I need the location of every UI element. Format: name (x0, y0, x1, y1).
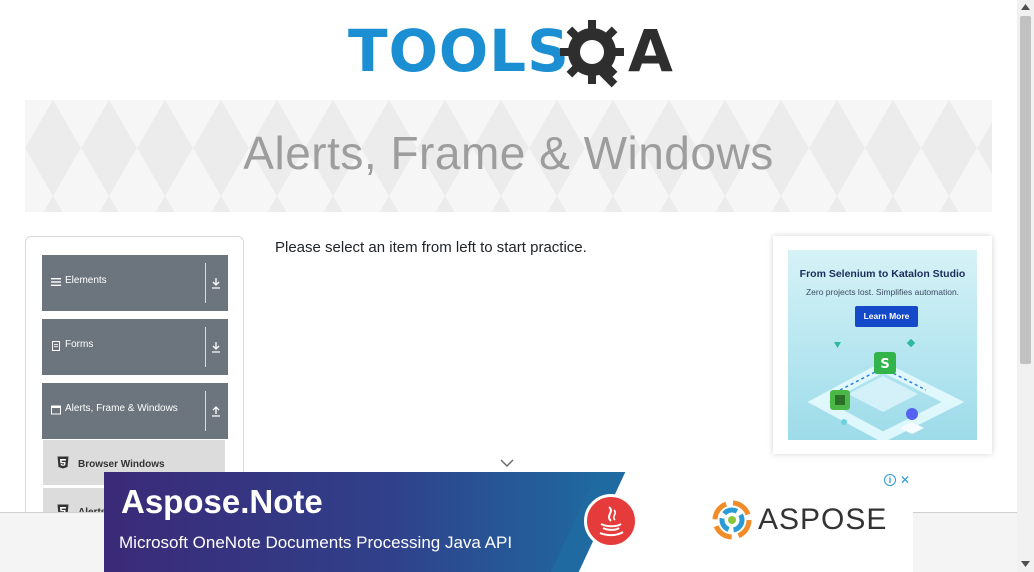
sidebar-group-elements[interactable]: Elements (42, 255, 228, 311)
page-banner: Alerts, Frame & Windows (25, 100, 992, 212)
logo-text-tools: TOOLS (348, 17, 570, 85)
divider (205, 327, 206, 367)
adchoices-controls: i ✕ (882, 473, 912, 487)
vertical-scrollbar[interactable] (1017, 0, 1034, 572)
katalon-advertisement[interactable]: From Selenium to Katalon Studio Zero pro… (773, 236, 992, 454)
sidebar-group-label: Elements (65, 275, 107, 286)
ad-title: From Selenium to Katalon Studio (799, 268, 966, 280)
form-icon (52, 341, 60, 351)
divider (205, 391, 206, 431)
sidebar-group-alerts-frame-windows[interactable]: Alerts, Frame & Windows (42, 383, 228, 439)
learn-more-button[interactable]: Learn More (855, 306, 918, 327)
logo-text-a: A (628, 17, 673, 85)
close-ad-icon[interactable]: ✕ (899, 473, 911, 487)
scrollbar-thumb[interactable] (1020, 16, 1031, 364)
java-icon (584, 494, 638, 548)
aspose-advertisement[interactable]: Aspose.Note Microsoft OneNote Documents … (104, 472, 913, 572)
chevron-down-icon[interactable] (500, 458, 514, 468)
download-arrow-icon[interactable] (210, 340, 222, 354)
scroll-down-arrow-icon[interactable] (1021, 561, 1030, 567)
divider (205, 263, 206, 303)
ad-creative: From Selenium to Katalon Studio Zero pro… (788, 250, 977, 440)
scroll-up-arrow-icon[interactable] (1021, 4, 1030, 10)
page-viewport: TOOLS A Alerts, Frame & Windows Elements… (0, 0, 1017, 572)
page-title: Alerts, Frame & Windows (243, 127, 774, 179)
sidebar-group-label: Alerts, Frame & Windows (65, 403, 178, 414)
gear-magnifier-icon (560, 20, 624, 88)
window-icon (51, 405, 61, 415)
menu-lines-icon (51, 278, 61, 286)
ad-subtitle: Microsoft OneNote Documents Processing J… (119, 533, 513, 552)
aspose-brand: ASPOSE (758, 503, 888, 536)
sidebar-item-label: Browser Windows (78, 459, 165, 470)
isometric-illustration-icon: S (807, 338, 965, 440)
download-arrow-icon[interactable] (210, 276, 222, 290)
sidebar-group-label: Forms (65, 339, 94, 350)
ad-subtitle: Zero projects lost. Simplifies automatio… (805, 287, 960, 297)
svg-text:S: S (880, 357, 889, 372)
practice-instructions: Please select an item from left to start… (275, 239, 587, 256)
upload-arrow-icon[interactable] (210, 404, 222, 418)
aspose-logo-icon (712, 500, 752, 540)
adchoices-icon[interactable]: i (884, 474, 896, 486)
sidebar-group-forms[interactable]: Forms (42, 319, 228, 375)
toolsqa-logo[interactable]: TOOLS A (348, 14, 678, 90)
html5-icon (57, 456, 69, 469)
ad-title: Aspose.Note (121, 483, 323, 520)
